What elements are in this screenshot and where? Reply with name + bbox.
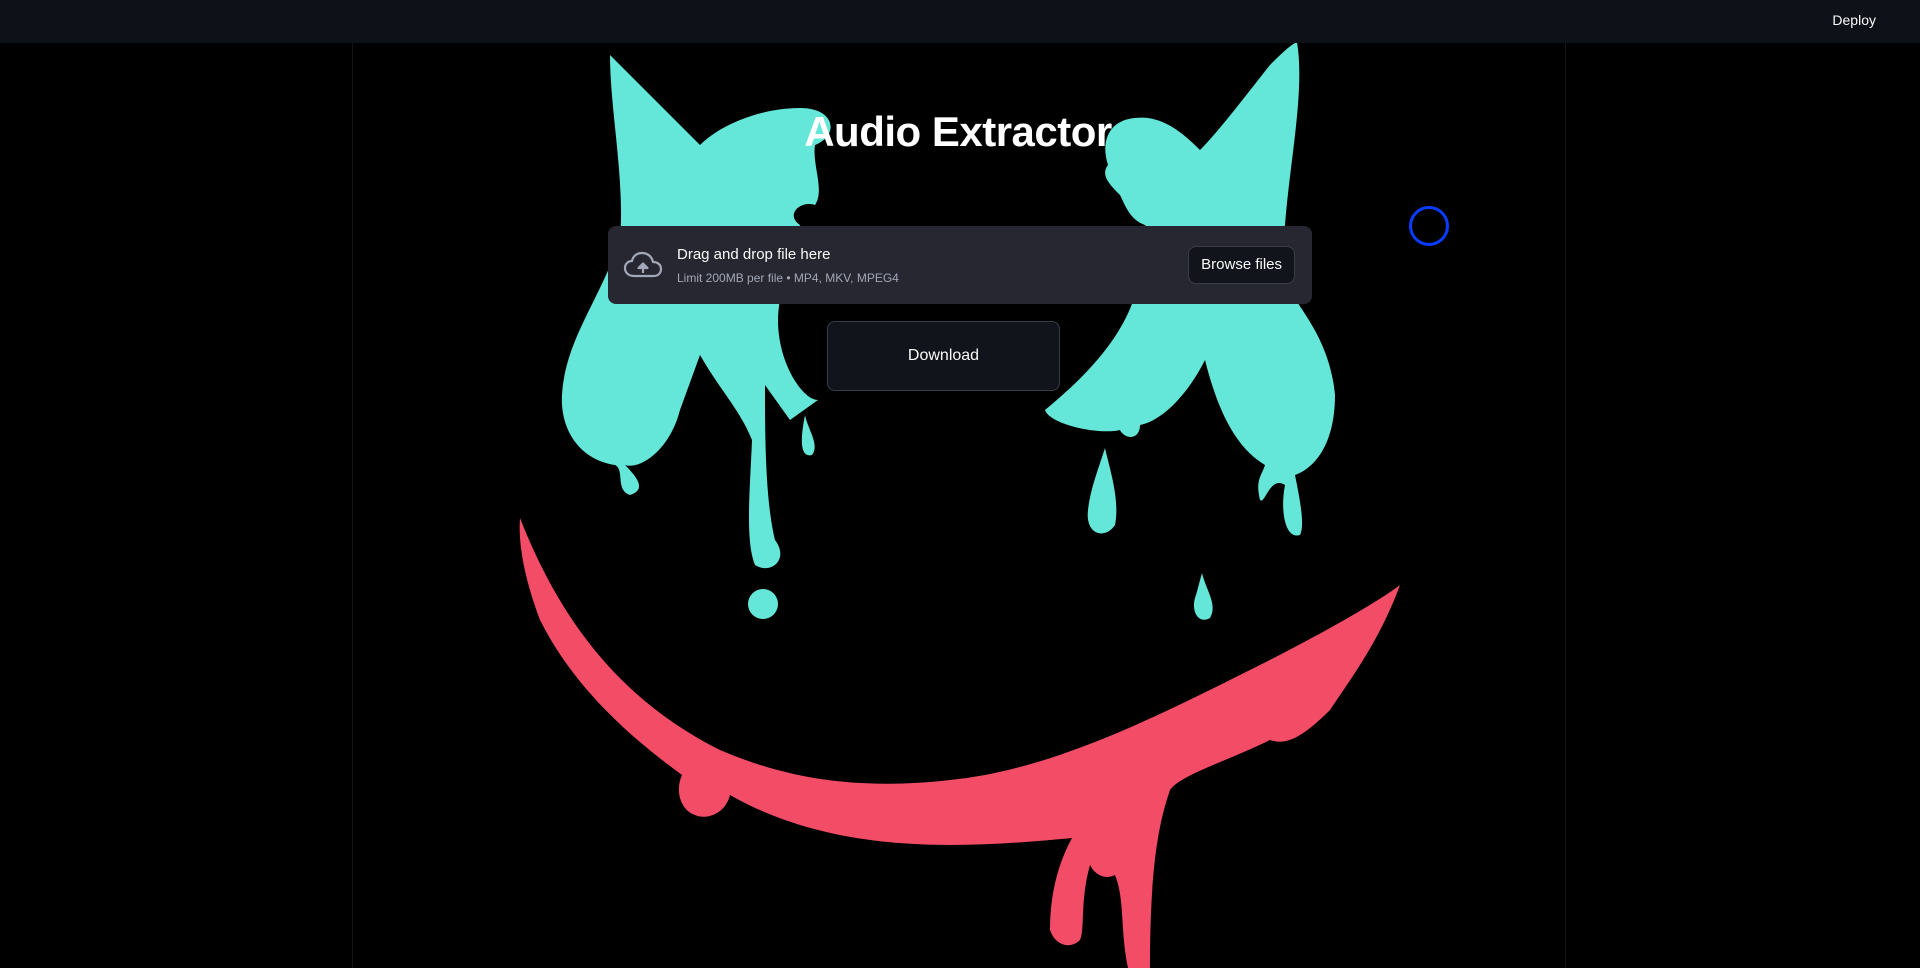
deploy-button[interactable]: Deploy [1828, 12, 1880, 28]
top-toolbar: Deploy [0, 0, 1920, 43]
download-button[interactable]: Download [827, 321, 1060, 391]
cloud-upload-icon [623, 251, 663, 278]
page-title: Audio Extractor [804, 108, 1112, 155]
file-uploader-dropzone[interactable]: Drag and drop file here Limit 200MB per … [608, 226, 1312, 304]
smile-shape [519, 518, 1400, 968]
cursor-focus-ring [1409, 206, 1449, 246]
file-limit-text: Limit 200MB per file • MP4, MKV, MPEG4 [677, 271, 899, 285]
dropzone-instructions: Drag and drop file here [677, 246, 831, 263]
browse-files-button[interactable]: Browse files [1188, 246, 1295, 284]
